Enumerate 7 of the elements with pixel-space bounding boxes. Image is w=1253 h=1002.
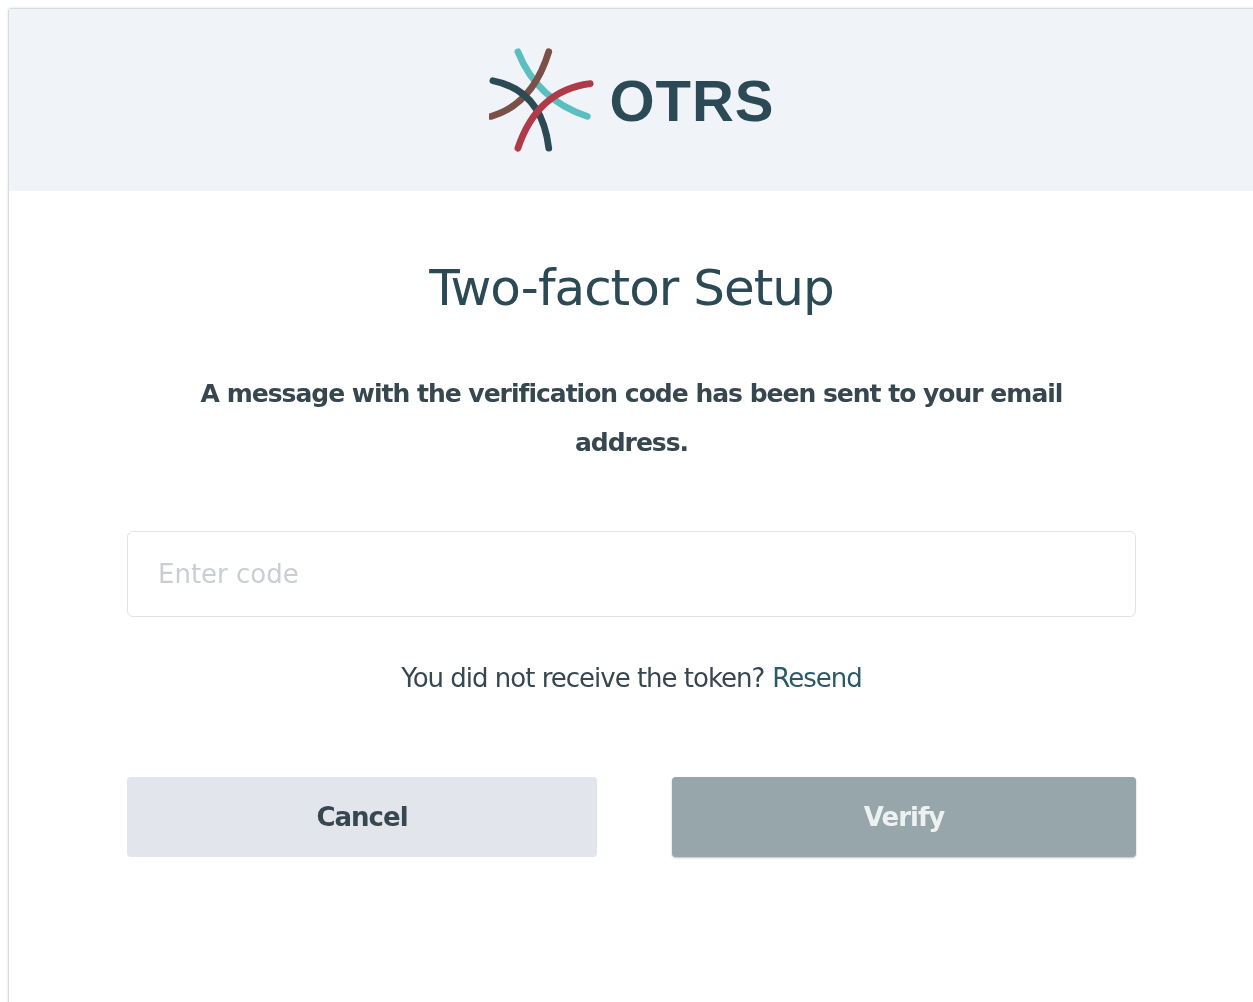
resend-question: You did not receive the token?	[401, 663, 765, 693]
page-title: Two-factor Setup	[429, 259, 834, 317]
cancel-button[interactable]: Cancel	[127, 777, 597, 857]
info-message: A message with the verification code has been sent to your email address.	[199, 378, 1064, 459]
logo-text: OTRS	[609, 66, 775, 134]
logo-icon	[489, 47, 596, 153]
resend-link[interactable]: Resend	[772, 663, 862, 693]
